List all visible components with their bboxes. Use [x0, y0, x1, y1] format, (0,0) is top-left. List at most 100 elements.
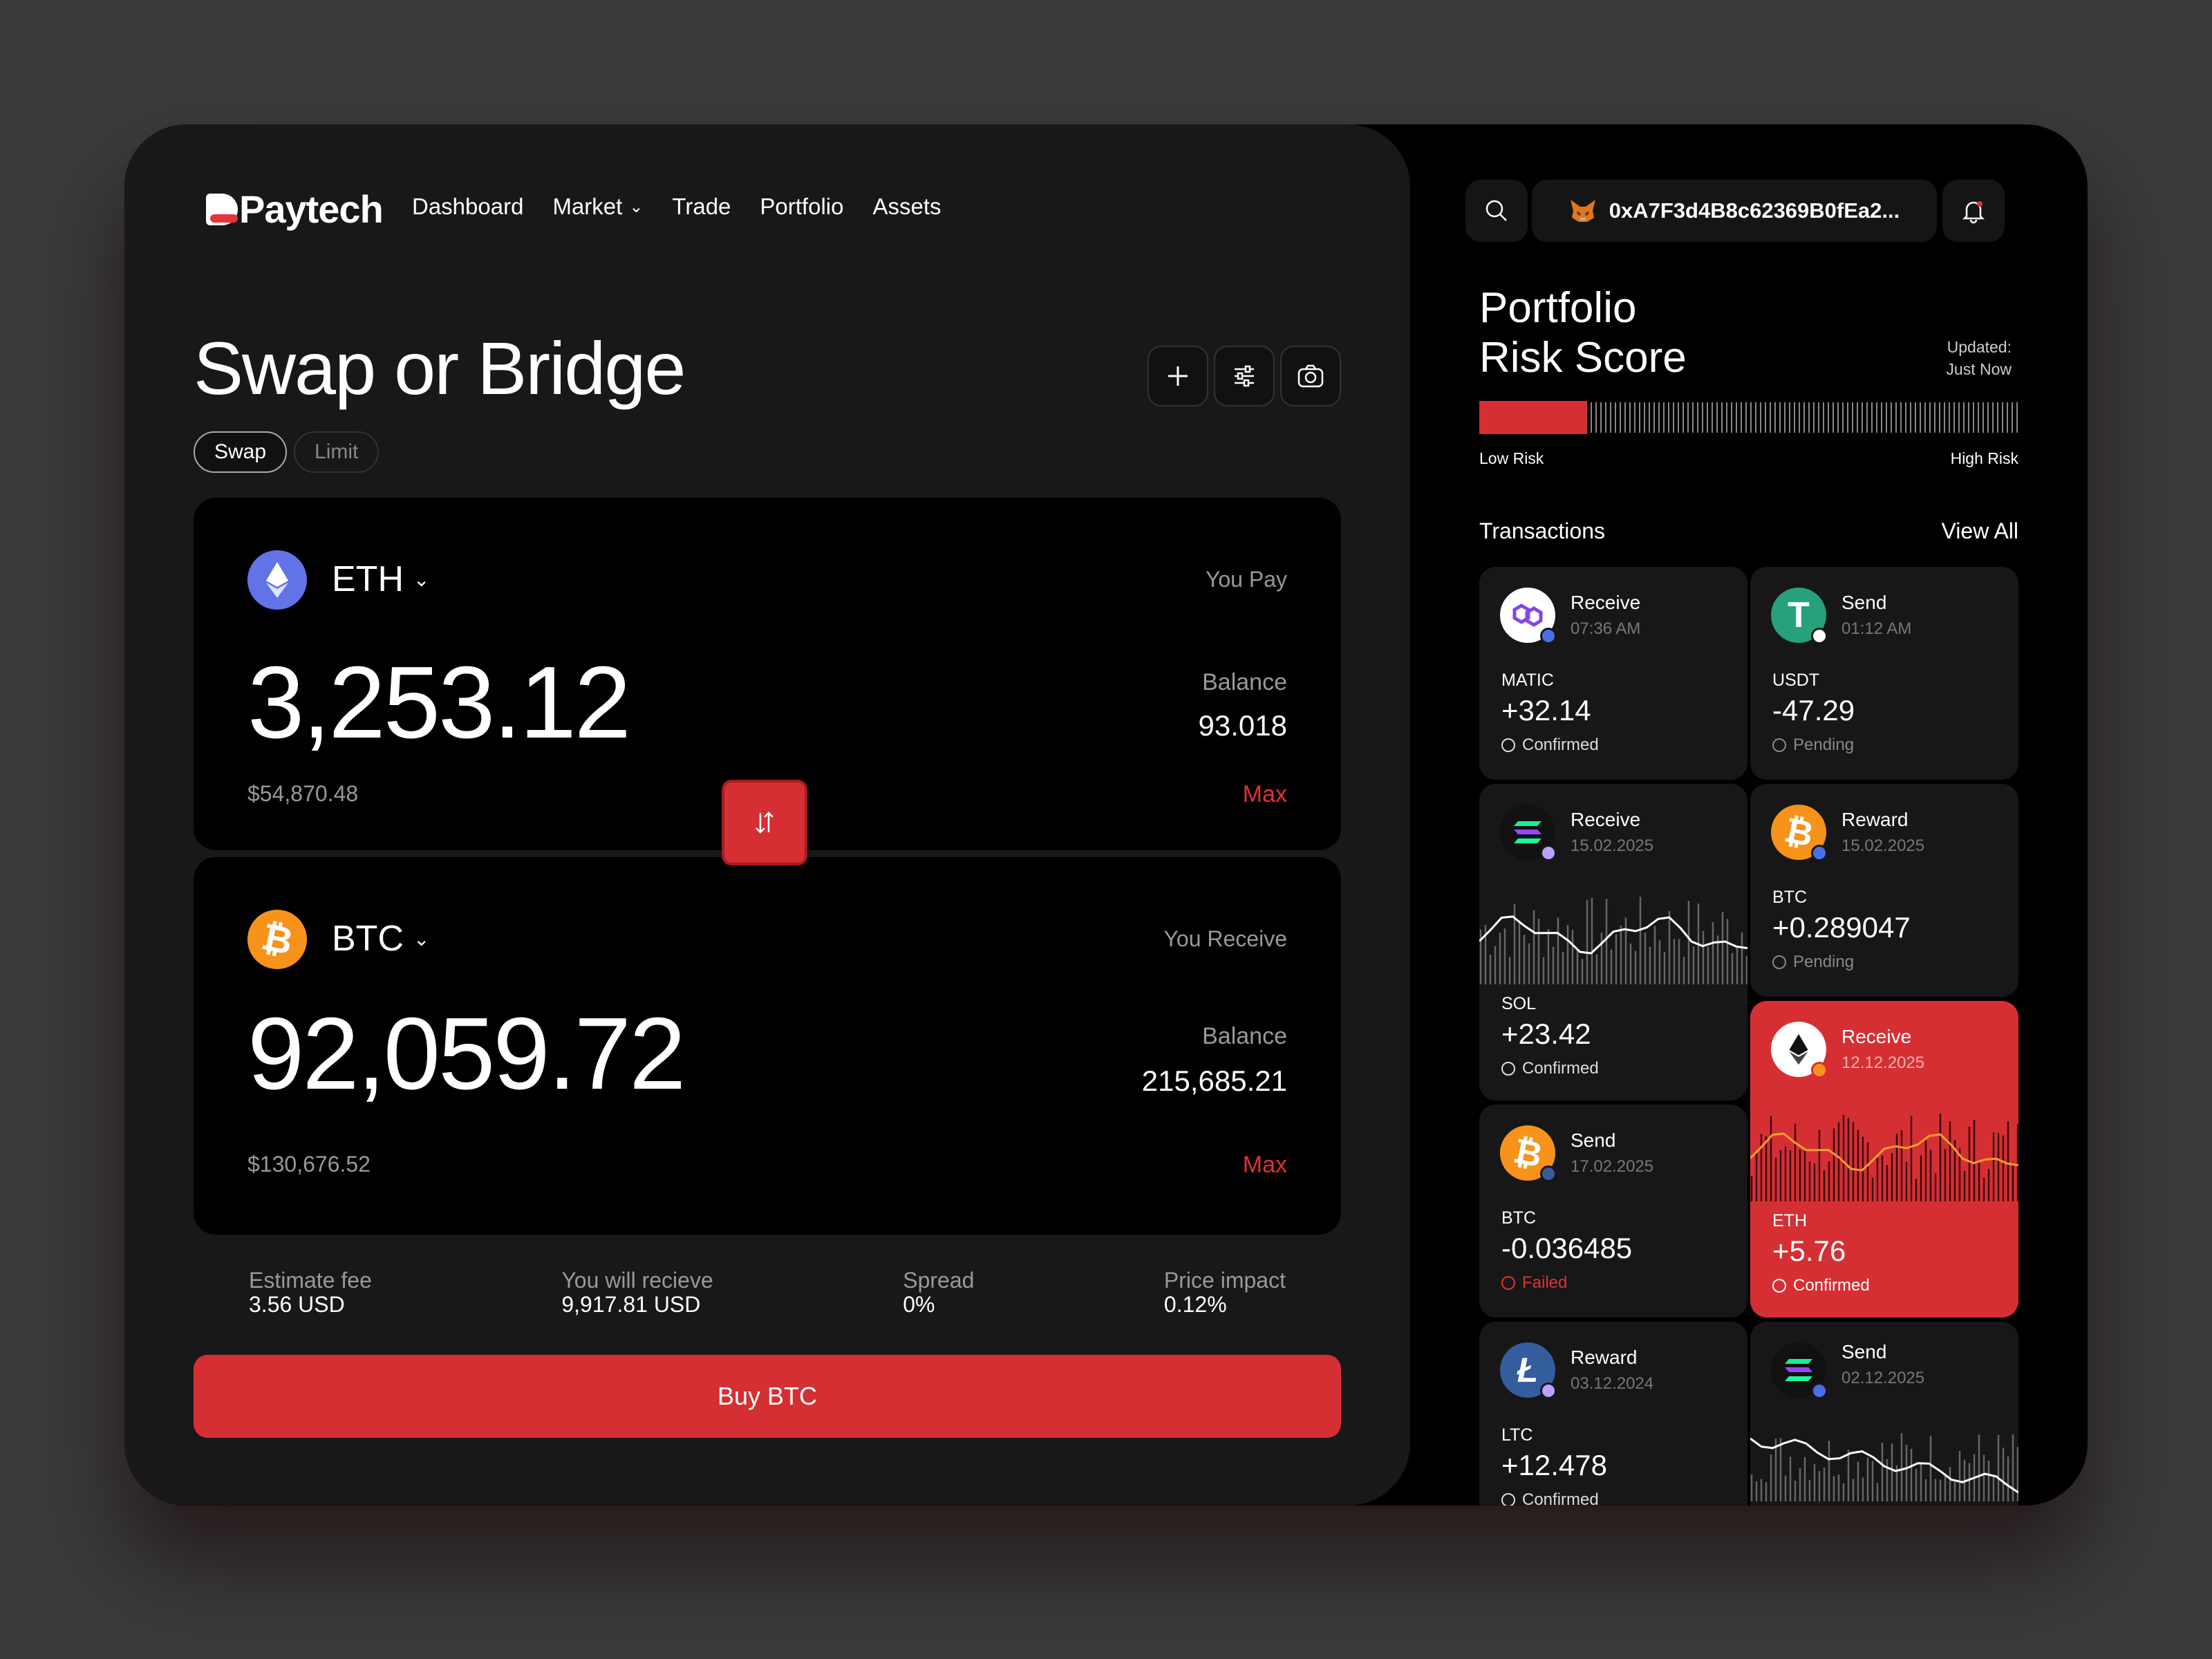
nav-trade[interactable]: Trade: [672, 194, 731, 220]
wallet-address: 0xA7F3d4B8c62369B0fEa2...: [1609, 198, 1900, 223]
risk-score-bar: [1479, 401, 2018, 434]
transaction-card[interactable]: Receive 12.12.2025 ETH +5.76 Confirmed: [1750, 1001, 2018, 1318]
pay-token-symbol: ETH: [332, 559, 404, 599]
updated-label: Updated:: [1947, 338, 2012, 356]
updated-value: Just Now: [1946, 360, 2012, 378]
tx-status-label: Pending: [1793, 953, 1855, 971]
receive-usd-value: $130,676.52: [247, 1152, 371, 1177]
tx-status-label: Confirmed: [1522, 1490, 1599, 1506]
top-nav: Dashboard Market ⌄ Trade Portfolio Assets: [412, 194, 941, 220]
nav-assets[interactable]: Assets: [872, 194, 941, 220]
swap-direction-button[interactable]: [722, 780, 807, 865]
tx-status-label: Confirmed: [1522, 735, 1599, 754]
search-button[interactable]: [1465, 180, 1528, 242]
stat-value: 0.12%: [1163, 1292, 1227, 1317]
stat-label: Price impact: [1163, 1268, 1286, 1293]
sliders-icon: [1235, 365, 1254, 387]
tx-amount: -0.036485: [1501, 1232, 1633, 1264]
pay-max-button[interactable]: Max: [1243, 781, 1287, 808]
receive-balance-label: Balance: [1202, 1023, 1287, 1049]
swap-panel: Paytech Dashboard Market ⌄ Trade Portfoli…: [124, 124, 1410, 1506]
view-all-link[interactable]: View All: [1942, 518, 2018, 544]
tx-time: 17.02.2025: [1571, 1157, 1654, 1176]
check-circle-icon: [1501, 738, 1515, 752]
network-badge-icon: [1540, 845, 1557, 861]
chevron-down-icon: ⌄: [413, 568, 430, 590]
tx-status-label: Failed: [1522, 1273, 1568, 1292]
transaction-card[interactable]: ₿ Reward 15.02.2025 BTC +0.289047 Pendin…: [1750, 784, 2018, 997]
transaction-card[interactable]: T Send 01:12 AM USDT -47.29 Pending: [1750, 567, 2018, 780]
tx-status: Confirmed: [1501, 735, 1599, 755]
bell-icon: [1962, 201, 1985, 224]
tx-amount: +0.289047: [1772, 911, 1911, 944]
risk-title-line2: Risk Score: [1479, 334, 1687, 382]
brand-logo[interactable]: Paytech: [206, 187, 384, 232]
tx-type: Reward: [1841, 809, 1909, 830]
tx-asset: MATIC: [1501, 671, 1554, 690]
pay-balance: 93.018: [1198, 709, 1287, 742]
settings-button[interactable]: [1214, 346, 1275, 406]
tx-time: 03.12.2024: [1571, 1374, 1654, 1393]
tx-asset: BTC: [1501, 1208, 1536, 1228]
add-button[interactable]: [1147, 346, 1208, 406]
stat-fee: Estimate fee 3.56 USD: [249, 1268, 372, 1318]
notifications-button[interactable]: [1942, 180, 2005, 242]
tx-time: 12.12.2025: [1841, 1053, 1925, 1072]
tx-time: 15.02.2025: [1841, 836, 1925, 855]
stat-label: You will recieve: [561, 1268, 713, 1293]
right-panel: 0xA7F3d4B8c62369B0fEa2... Portfolio Risk…: [1410, 124, 2088, 1506]
plus-icon: [1168, 366, 1188, 386]
receive-amount[interactable]: 92,059.72: [247, 995, 686, 1113]
tx-status: Failed: [1501, 1273, 1567, 1293]
pay-token-select[interactable]: ETH ⌄: [332, 559, 429, 600]
nav-portfolio[interactable]: Portfolio: [760, 194, 843, 220]
transactions-title: Transactions: [1479, 518, 1605, 543]
tx-type: Send: [1841, 1341, 1887, 1362]
network-badge-icon: [1811, 1062, 1828, 1078]
tx-status-label: Confirmed: [1522, 1059, 1599, 1078]
nav-dashboard[interactable]: Dashboard: [412, 194, 523, 220]
nav-market-label: Market: [552, 194, 623, 219]
transaction-card[interactable]: Ł Reward 03.12.2024 LTC +12.478 Confirme…: [1479, 1322, 1747, 1506]
stat-value: 3.56 USD: [249, 1292, 345, 1317]
buy-button[interactable]: Buy BTC: [194, 1355, 1341, 1438]
nav-market[interactable]: Market ⌄: [552, 194, 643, 220]
stat-impact: Price impact 0.12%: [1164, 1268, 1286, 1318]
receive-max-button[interactable]: Max: [1243, 1152, 1287, 1179]
tx-amount: -47.29: [1772, 694, 1855, 727]
sparkline-chart: [1750, 1113, 2018, 1201]
wallet-address-button[interactable]: 0xA7F3d4B8c62369B0fEa2...: [1532, 180, 1937, 242]
transaction-card[interactable]: Receive 15.02.2025 SOL +23.42 Confirmed: [1479, 784, 1747, 1100]
tx-amount: +5.76: [1772, 1235, 1846, 1267]
tx-type: Reward: [1571, 1347, 1638, 1368]
pay-label: You Pay: [1205, 567, 1287, 592]
logo-mark-icon: [206, 193, 238, 225]
pay-balance-label: Balance: [1202, 669, 1287, 695]
tx-amount: +23.42: [1501, 1018, 1591, 1050]
pay-amount[interactable]: 3,253.12: [247, 644, 631, 762]
tab-swap[interactable]: Swap: [194, 431, 288, 473]
tab-limit[interactable]: Limit: [294, 431, 379, 473]
camera-button[interactable]: [1280, 346, 1341, 406]
risk-updated: Updated: Just Now: [1946, 336, 2012, 380]
mode-tabs: Swap Limit: [194, 431, 379, 473]
swap-arrows-icon: [756, 812, 774, 834]
check-circle-icon: [1501, 1062, 1515, 1076]
tx-status: Confirmed: [1772, 1276, 1870, 1295]
clock-icon: [1772, 738, 1786, 752]
stat-value: 0%: [903, 1292, 935, 1317]
receive-token-symbol: BTC: [332, 919, 404, 959]
sparkline-chart: [1479, 897, 1747, 984]
camera-icon: [1297, 364, 1324, 388]
stat-spread: Spread 0%: [903, 1268, 974, 1318]
transaction-card[interactable]: Send 02.12.2025: [1750, 1322, 2018, 1506]
eth-coin-icon: [247, 550, 307, 610]
transaction-card[interactable]: Receive 07:36 AM MATIC +32.14 Confirmed: [1479, 567, 1747, 780]
tx-asset: BTC: [1772, 888, 1807, 907]
tx-asset: LTC: [1501, 1425, 1533, 1445]
check-circle-icon: [1772, 1279, 1786, 1293]
transaction-card[interactable]: ₿ Send 17.02.2025 BTC -0.036485 Failed: [1479, 1105, 1747, 1318]
stat-label: Estimate fee: [249, 1268, 372, 1293]
toolbar: [1147, 346, 1341, 406]
receive-token-select[interactable]: BTC ⌄: [332, 918, 429, 959]
